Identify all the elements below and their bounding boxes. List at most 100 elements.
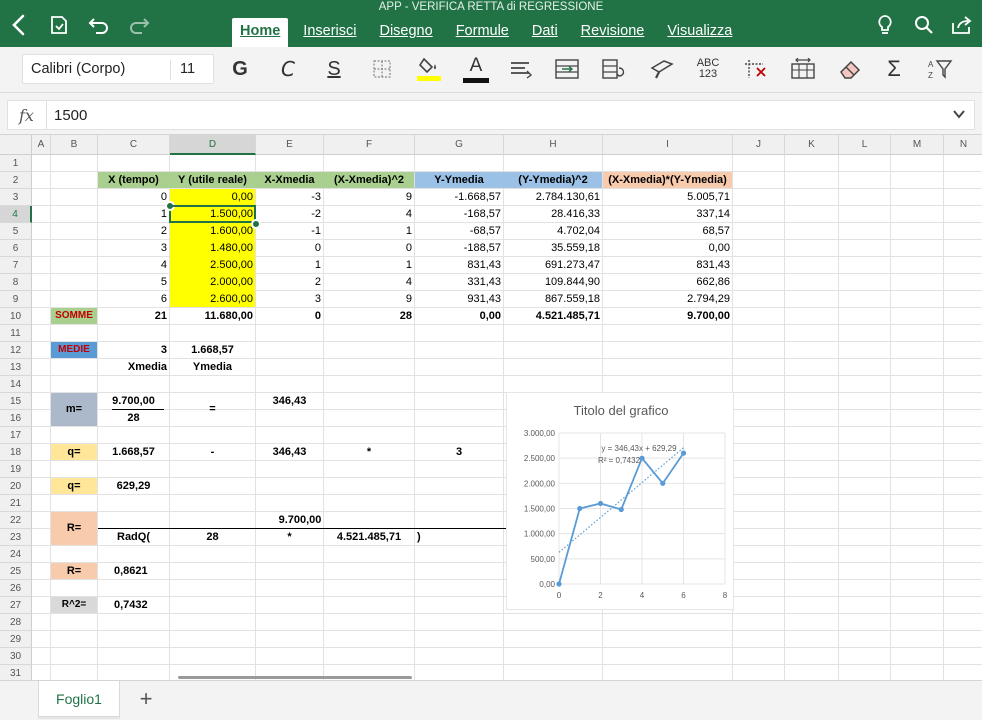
r2-label[interactable]: R^2=	[51, 597, 97, 613]
data-cell[interactable]: 2.000,00	[170, 274, 255, 290]
xmedia-value[interactable]: 3	[98, 342, 169, 358]
chevron-down-icon[interactable]	[952, 107, 966, 124]
row-header-19[interactable]: 19	[0, 461, 32, 478]
r-term[interactable]: RadQ(	[98, 529, 169, 545]
tab-dati[interactable]: Dati	[524, 18, 566, 47]
q-label-2[interactable]: q=	[51, 478, 97, 494]
data-cell[interactable]: 2	[256, 274, 323, 290]
xmedia-label[interactable]: Xmedia	[98, 359, 169, 375]
sheet-tab-foglio1[interactable]: Foglio1	[38, 681, 120, 717]
sort-filter-icon[interactable]: AZ	[924, 53, 956, 85]
data-cell[interactable]: 5.005,71	[603, 189, 732, 205]
q-term[interactable]: -	[170, 444, 255, 460]
wrap-icon[interactable]	[598, 53, 630, 85]
data-cell[interactable]: 331,43	[415, 274, 503, 290]
col-header-c[interactable]: C	[98, 135, 170, 155]
selection-handle-bottom[interactable]	[251, 219, 261, 229]
data-cell[interactable]: 6	[98, 291, 169, 307]
undo-icon[interactable]	[86, 12, 112, 38]
r-numerator[interactable]: 9.700,00	[256, 512, 344, 528]
col-header-a[interactable]: A	[32, 135, 51, 155]
insert-delete-icon[interactable]	[740, 53, 772, 85]
m-numerator[interactable]: 9.700,00	[98, 393, 169, 409]
data-cell[interactable]: 867.559,18	[504, 291, 602, 307]
col-header-e[interactable]: E	[256, 135, 324, 155]
data-cell[interactable]: -2	[256, 206, 323, 222]
row-header-1[interactable]: 1	[0, 155, 32, 172]
row-header-7[interactable]: 7	[0, 257, 32, 274]
data-cell[interactable]: -188,57	[415, 240, 503, 256]
col-header-d[interactable]: D	[170, 135, 256, 155]
data-cell[interactable]: 831,43	[415, 257, 503, 273]
row-header-11[interactable]: 11	[0, 325, 32, 342]
medie-label[interactable]: MEDIE	[51, 342, 97, 358]
q-term[interactable]: 1.668,57	[98, 444, 169, 460]
r2-value[interactable]: 0,7432	[98, 597, 169, 613]
data-cell[interactable]: 831,43	[603, 257, 732, 273]
row-header-24[interactable]: 24	[0, 546, 32, 563]
col-header-b[interactable]: B	[51, 135, 98, 155]
data-cell[interactable]: 1	[98, 206, 169, 222]
col-header-g[interactable]: G	[415, 135, 504, 155]
row-header-12[interactable]: 12	[0, 342, 32, 359]
sum-cell[interactable]: 4.521.485,71	[504, 308, 602, 324]
data-cell[interactable]: 3	[98, 240, 169, 256]
font-picker[interactable]: Calibri (Corpo) 11	[22, 54, 214, 84]
row-header-18[interactable]: 18	[0, 444, 32, 461]
borders-icon[interactable]	[366, 53, 398, 85]
q-label-1[interactable]: q=	[51, 444, 97, 460]
underline-button[interactable]: S	[318, 53, 350, 85]
col-header-l[interactable]: L	[839, 135, 891, 155]
header-c[interactable]: X (tempo)	[98, 172, 169, 188]
row-header-27[interactable]: 27	[0, 597, 32, 614]
data-cell[interactable]: -1	[256, 223, 323, 239]
tab-home[interactable]: Home	[232, 18, 289, 47]
row-header-3[interactable]: 3	[0, 189, 32, 206]
r-value[interactable]: 0,8621	[98, 563, 169, 579]
search-icon[interactable]	[912, 12, 936, 38]
eraser-icon[interactable]	[834, 53, 866, 85]
data-cell[interactable]: 4	[324, 206, 414, 222]
header-g[interactable]: Y-Ymedia	[415, 172, 503, 188]
data-cell[interactable]: 1.600,00	[170, 223, 255, 239]
r-term[interactable]: 4.521.485,71	[324, 529, 414, 545]
row-header-26[interactable]: 26	[0, 580, 32, 597]
data-cell[interactable]: 4	[98, 257, 169, 273]
italic-button[interactable]: C	[272, 53, 304, 85]
tab-inserisci[interactable]: Inserisci	[295, 18, 364, 47]
row-header-30[interactable]: 30	[0, 648, 32, 665]
data-cell[interactable]: 9	[324, 291, 414, 307]
data-cell[interactable]: 0,00	[603, 240, 732, 256]
row-header-6[interactable]: 6	[0, 240, 32, 257]
row-header-28[interactable]: 28	[0, 614, 32, 631]
row-header-10[interactable]: 10	[0, 308, 32, 325]
m-denominator[interactable]: 28	[98, 410, 169, 426]
data-cell[interactable]: 3	[256, 291, 323, 307]
col-header-j[interactable]: J	[733, 135, 785, 155]
font-color-button[interactable]: A	[460, 53, 492, 85]
tab-revisione[interactable]: Revisione	[573, 18, 653, 47]
row-header-22[interactable]: 22	[0, 512, 32, 529]
data-cell[interactable]: 109.844,90	[504, 274, 602, 290]
data-cell[interactable]: 9	[324, 189, 414, 205]
m-label[interactable]: m=	[51, 401, 97, 417]
row-header-4[interactable]: 4	[0, 206, 32, 223]
header-f[interactable]: (X-Xmedia)^2	[324, 172, 414, 188]
tab-disegno[interactable]: Disegno	[371, 18, 440, 47]
ymedia-value[interactable]: 1.668,57	[170, 342, 255, 358]
redo-icon[interactable]	[126, 12, 152, 38]
somme-label[interactable]: SOMME	[51, 308, 97, 324]
data-cell[interactable]: 0	[98, 189, 169, 205]
row-header-8[interactable]: 8	[0, 274, 32, 291]
align-icon[interactable]	[505, 53, 537, 85]
data-cell[interactable]: -68,57	[415, 223, 503, 239]
sum-cell[interactable]: 11.680,00	[170, 308, 255, 324]
q-term[interactable]: *	[324, 444, 414, 460]
row-header-25[interactable]: 25	[0, 563, 32, 580]
r-label-2[interactable]: R=	[51, 563, 97, 579]
bold-button[interactable]: G	[224, 53, 256, 85]
horizontal-scrollbar[interactable]	[178, 676, 412, 679]
row-header-14[interactable]: 14	[0, 376, 32, 393]
ymedia-label[interactable]: Ymedia	[170, 359, 255, 375]
header-h[interactable]: (Y-Ymedia)^2	[504, 172, 602, 188]
